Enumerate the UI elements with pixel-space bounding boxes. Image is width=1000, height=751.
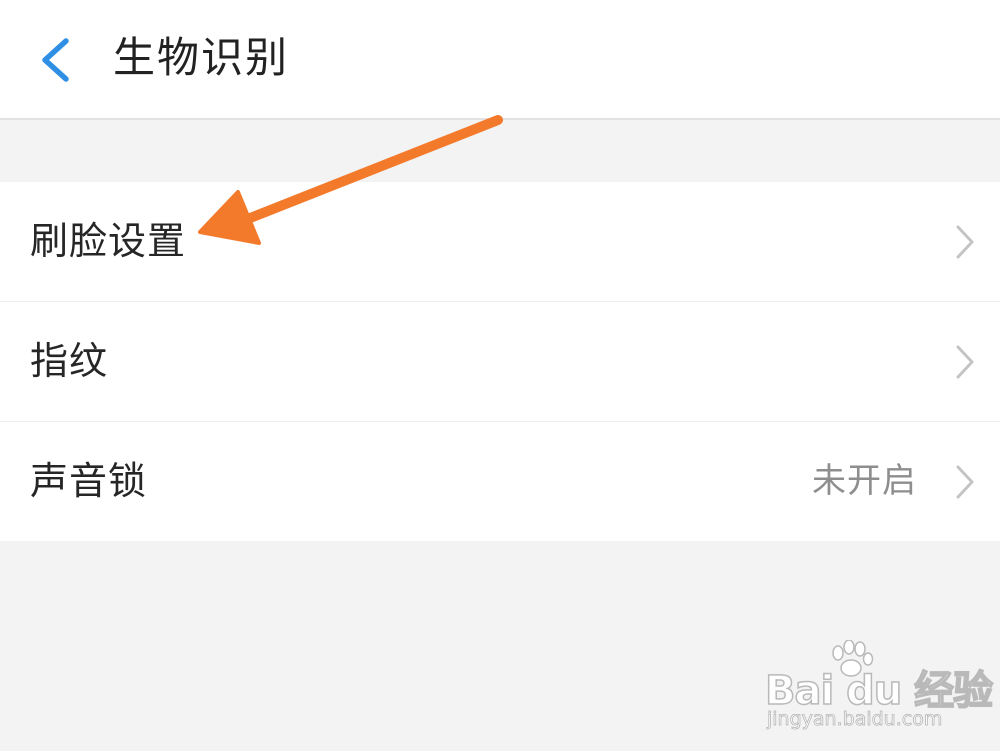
watermark-url: jingyan.baidu.com [767, 708, 943, 731]
chevron-left-icon [42, 38, 69, 82]
page-title: 生物识别 [113, 33, 290, 82]
chevron-right-icon [956, 465, 974, 499]
face-settings-row[interactable]: 刷脸设置 [0, 182, 1000, 301]
face-settings-label: 刷脸设置 [30, 219, 187, 263]
fingerprint-row[interactable]: 指纹 [0, 301, 1000, 421]
voice-lock-label: 声音锁 [30, 459, 148, 503]
back-button[interactable] [28, 28, 88, 90]
top-bar: 生物识别 [0, 0, 1000, 120]
settings-list: 刷脸设置 指纹 声音锁 未开启 [0, 182, 1000, 541]
voice-lock-status: 未开启 [812, 461, 917, 501]
chevron-right-icon [956, 225, 974, 259]
voice-lock-row[interactable]: 声音锁 未开启 [0, 421, 1000, 541]
watermark: Bai du 经验 jingyan.baidu.com [764, 640, 994, 740]
chevron-right-icon [956, 345, 974, 379]
fingerprint-label: 指纹 [30, 339, 109, 383]
